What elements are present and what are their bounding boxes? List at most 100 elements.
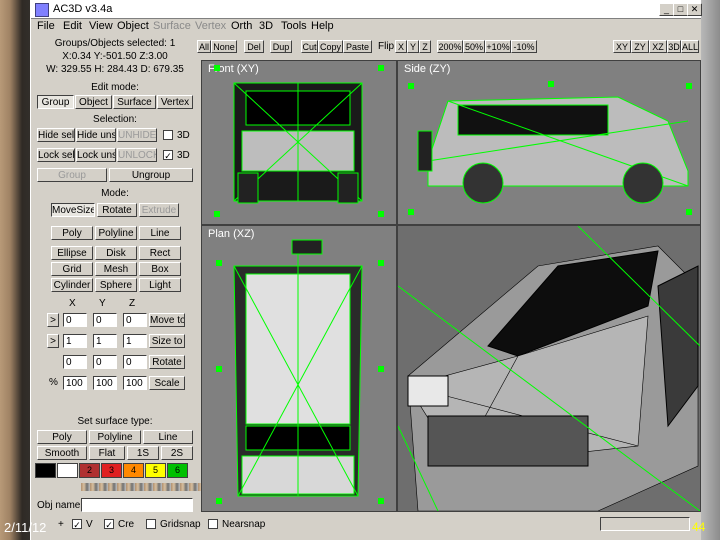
minimize-button[interactable]: _ xyxy=(659,3,674,16)
move-y-field[interactable]: 0 xyxy=(93,313,117,327)
zoom-out-button[interactable]: -10% xyxy=(511,40,537,53)
palette-swatch-3[interactable]: 3 xyxy=(101,463,122,478)
view-xy-button[interactable]: XY xyxy=(613,40,631,53)
menu-tools[interactable]: Tools xyxy=(281,20,307,32)
lock-unselected-button[interactable]: Lock unse xyxy=(76,148,116,162)
front-viewport[interactable]: Front (XY) xyxy=(201,60,397,225)
surface-flat-button[interactable]: Flat xyxy=(89,446,125,460)
surface-1s-button[interactable]: 1S xyxy=(127,446,159,460)
size-x-field[interactable]: 1 xyxy=(63,334,87,348)
surface-line-button[interactable]: Line xyxy=(143,430,193,444)
copy-button[interactable]: Copy xyxy=(318,40,343,53)
side-handle-top[interactable] xyxy=(548,81,554,87)
edit-group-button[interactable]: Group xyxy=(37,95,74,109)
move-arrow-button[interactable]: > xyxy=(47,313,59,327)
status-v-checkbox[interactable]: ✓ xyxy=(72,519,82,530)
move-z-field[interactable]: 0 xyxy=(123,313,147,327)
unlock-button[interactable]: UNLOCK xyxy=(117,148,157,162)
create-mesh-button[interactable]: Mesh xyxy=(95,262,137,276)
hide-unselected-button[interactable]: Hide unse xyxy=(76,128,116,142)
status-plus[interactable]: + xyxy=(58,519,64,530)
side-viewport[interactable]: Side (ZY) xyxy=(397,60,701,225)
view-xz-button[interactable]: XZ xyxy=(649,40,667,53)
scale-button[interactable]: Scale xyxy=(149,376,185,390)
paste-button[interactable]: Paste xyxy=(343,40,372,53)
palette-swatch-white[interactable] xyxy=(57,463,78,478)
3d-viewport[interactable] xyxy=(397,225,701,512)
create-rect-button[interactable]: Rect xyxy=(139,246,181,260)
surface-smooth-button[interactable]: Smooth xyxy=(37,446,87,460)
plan-viewport[interactable]: Plan (XZ) xyxy=(201,225,397,512)
side-handle-bl[interactable] xyxy=(408,209,414,215)
zoom-50-button[interactable]: 50% xyxy=(463,40,485,53)
size-z-field[interactable]: 1 xyxy=(123,334,147,348)
view-zy-button[interactable]: ZY xyxy=(631,40,649,53)
menu-file[interactable]: File xyxy=(37,20,55,32)
menu-view[interactable]: View xyxy=(89,20,113,32)
palette-swatch-4[interactable]: 4 xyxy=(123,463,144,478)
flip-x-button[interactable]: X xyxy=(395,40,407,53)
edit-surface-button[interactable]: Surface xyxy=(113,95,156,109)
plan-handle-ml[interactable] xyxy=(216,366,222,372)
front-handle-br[interactable] xyxy=(378,211,384,217)
create-disk-button[interactable]: Disk xyxy=(95,246,137,260)
palette-swatch-6[interactable]: 6 xyxy=(167,463,188,478)
menu-edit[interactable]: Edit xyxy=(63,20,82,32)
create-poly-button[interactable]: Poly xyxy=(51,226,93,240)
front-handle-bl[interactable] xyxy=(214,211,220,217)
create-cylinder-button[interactable]: Cylinder xyxy=(51,278,93,292)
move-to-button[interactable]: Move to xyxy=(149,313,185,327)
rotate-x-field[interactable]: 0 xyxy=(63,355,87,369)
size-arrow-button[interactable]: > xyxy=(47,334,59,348)
palette-swatch-black[interactable] xyxy=(35,463,56,478)
plan-handle-br[interactable] xyxy=(378,498,384,504)
menu-vertex[interactable]: Vertex xyxy=(195,20,226,32)
front-handle-tr[interactable] xyxy=(378,65,384,71)
zoom-in-button[interactable]: +10% xyxy=(485,40,511,53)
view-all-button[interactable]: ALL xyxy=(681,40,699,53)
size-to-button[interactable]: Size to xyxy=(149,334,185,348)
create-sphere-button[interactable]: Sphere xyxy=(95,278,137,292)
select-none-button[interactable]: None xyxy=(211,40,237,53)
menu-orth[interactable]: Orth xyxy=(231,20,252,32)
surface-poly-button[interactable]: Poly xyxy=(37,430,87,444)
gridsnap-checkbox[interactable] xyxy=(146,519,156,529)
edit-vertex-button[interactable]: Vertex xyxy=(157,95,193,109)
edit-object-button[interactable]: Object xyxy=(75,95,112,109)
size-y-field[interactable]: 1 xyxy=(93,334,117,348)
side-handle-tr[interactable] xyxy=(686,83,692,89)
menu-object[interactable]: Object xyxy=(117,20,149,32)
status-cre-checkbox[interactable]: ✓ xyxy=(104,519,114,530)
front-handle-tl[interactable] xyxy=(214,65,220,71)
scale-x-field[interactable]: 100 xyxy=(63,376,87,390)
create-light-button[interactable]: Light xyxy=(139,278,181,292)
plan-handle-mr[interactable] xyxy=(378,366,384,372)
maximize-button[interactable]: □ xyxy=(673,3,688,16)
create-polyline-button[interactable]: Polyline xyxy=(95,226,137,240)
side-handle-br[interactable] xyxy=(686,209,692,215)
side-handle-tl[interactable] xyxy=(408,83,414,89)
lock-3d-checkbox[interactable]: ✓ xyxy=(163,150,173,161)
nearsnap-checkbox[interactable] xyxy=(208,519,218,529)
move-x-field[interactable]: 0 xyxy=(63,313,87,327)
ungroup-button[interactable]: Ungroup xyxy=(109,168,193,182)
menu-help[interactable]: Help xyxy=(311,20,334,32)
rotate-button[interactable]: Rotate xyxy=(149,355,185,369)
view-3d-button[interactable]: 3D xyxy=(667,40,681,53)
duplicate-button[interactable]: Dup xyxy=(270,40,292,53)
palette-swatch-5[interactable]: 5 xyxy=(145,463,166,478)
create-line-button[interactable]: Line xyxy=(139,226,181,240)
menu-3d[interactable]: 3D xyxy=(259,20,273,32)
unhide-button[interactable]: UNHIDE xyxy=(117,128,157,142)
flip-z-button[interactable]: Z xyxy=(419,40,431,53)
plan-handle-tl[interactable] xyxy=(216,260,222,266)
hide-selected-button[interactable]: Hide sel xyxy=(37,128,75,142)
scale-z-field[interactable]: 100 xyxy=(123,376,147,390)
surface-2s-button[interactable]: 2S xyxy=(161,446,193,460)
surface-polyline-button[interactable]: Polyline xyxy=(89,430,141,444)
create-ellipse-button[interactable]: Ellipse xyxy=(51,246,93,260)
rotate-y-field[interactable]: 0 xyxy=(93,355,117,369)
movesize-mode-button[interactable]: MoveSize xyxy=(51,203,95,217)
plan-handle-tr[interactable] xyxy=(378,260,384,266)
menu-surface[interactable]: Surface xyxy=(153,20,191,32)
